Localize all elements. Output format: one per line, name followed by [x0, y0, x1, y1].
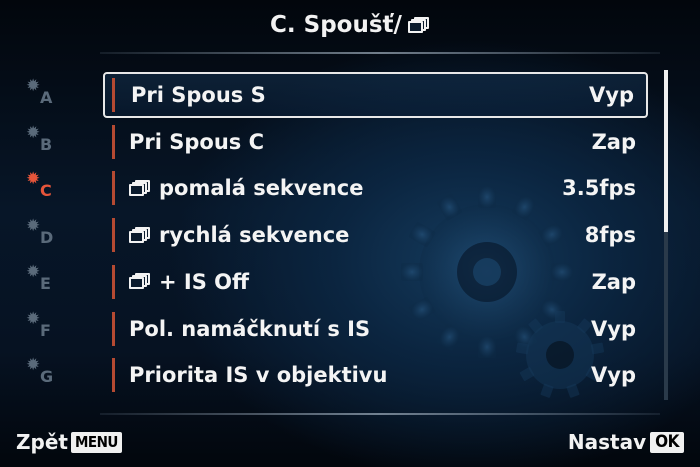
menu-item-label-group: + IS Off: [129, 270, 249, 294]
menu-item-label: rychlá sekvence: [159, 223, 350, 248]
menu-item-label-group: rychlá sekvence: [129, 223, 349, 247]
set-label: Nastav: [567, 430, 647, 454]
tab-custom-f[interactable]: ✹ F: [26, 308, 66, 341]
gear-icon: ✹: [26, 169, 41, 189]
gear-icon: ✹: [26, 355, 41, 375]
tab-custom-a[interactable]: ✹ A: [26, 78, 66, 108]
menu-item-label-group: Priorita IS v objektivu: [129, 363, 387, 387]
burst-drive-icon: [129, 179, 151, 197]
item-marker: [112, 78, 115, 112]
menu-item-value: Vyp: [589, 83, 634, 107]
gear-icon: ✹: [26, 215, 41, 236]
menu-item-label-group: Pri Spous S: [131, 83, 266, 107]
menu-item-label: Pri Spous S: [131, 83, 266, 107]
gear-icon: ✹: [26, 308, 41, 329]
menu-item-label: Pri Spous C: [129, 129, 265, 154]
menu-item[interactable]: Pri Spous S Vyp: [103, 72, 648, 118]
tab-letter: A: [40, 88, 53, 107]
burst-drive-icon: [407, 16, 430, 34]
tab-letter: G: [40, 367, 54, 386]
item-marker: [112, 124, 115, 159]
menu-item-value: 8fps: [584, 223, 636, 248]
menu-item-label: + IS Off: [159, 269, 250, 294]
menu-item-label: Priorita IS v objektivu: [129, 363, 388, 388]
header-divider: [100, 52, 660, 54]
menu-item[interactable]: rychlá sekvence 8fps: [103, 212, 648, 258]
tab-custom-c[interactable]: ✹ C: [26, 171, 66, 201]
scrollbar-thumb[interactable]: [664, 70, 668, 232]
item-marker: [112, 264, 115, 299]
item-marker: [112, 311, 115, 346]
footer-divider: [100, 413, 660, 415]
tab-letter: C: [40, 181, 52, 200]
menu-item-value: Vyp: [591, 363, 636, 388]
menu-item-value: Zap: [591, 269, 636, 294]
tab-letter: D: [40, 227, 54, 247]
item-marker: [112, 171, 115, 206]
gear-icon: ✹: [26, 122, 41, 143]
scrollbar[interactable]: [664, 70, 668, 400]
menu-item-value: Vyp: [591, 316, 636, 341]
menu-item-label: Pol. namáčknutí s IS: [129, 316, 371, 341]
menu-item-value: 3.5fps: [562, 176, 636, 201]
tab-custom-b[interactable]: ✹ B: [26, 122, 66, 155]
menu-key-badge: MENU: [70, 431, 122, 453]
tab-custom-d[interactable]: ✹ D: [26, 215, 66, 248]
item-marker: [112, 358, 115, 393]
menu-item-label-group: Pol. namáčknutí s IS: [129, 317, 370, 341]
menu-item-value: Zap: [591, 129, 636, 154]
tab-letter: F: [40, 320, 51, 340]
set-button[interactable]: Nastav OK: [568, 430, 684, 454]
gear-icon: ✹: [26, 76, 41, 96]
menu-item[interactable]: Pri Spous C Zap: [103, 119, 648, 165]
menu-item[interactable]: Priorita IS v objektivu Vyp: [103, 352, 648, 398]
tab-custom-e[interactable]: ✹ E: [26, 264, 66, 294]
back-button[interactable]: Zpět MENU: [16, 430, 122, 454]
page-title-text: C. Spoušť/: [270, 12, 402, 38]
tab-custom-g[interactable]: ✹ G: [26, 357, 66, 387]
tab-letter: B: [40, 134, 53, 154]
menu-item-label: pomalá sekvence: [159, 176, 364, 201]
page-title: C. Spoušť/: [0, 12, 700, 38]
menu-item-label-group: Pri Spous C: [129, 130, 264, 154]
menu-item[interactable]: + IS Off Zap: [103, 259, 648, 305]
ok-key-badge: OK: [650, 431, 684, 453]
burst-drive-icon: [129, 226, 151, 244]
back-label: Zpět: [16, 430, 68, 454]
burst-drive-icon: [129, 273, 151, 290]
gear-icon: ✹: [26, 262, 41, 282]
camera-menu-screen: C. Spoušť/ ✹ A ✹ B ✹ C ✹ D ✹ E ✹ F ✹ G Pri Spous S Vyp…: [0, 0, 700, 467]
menu-item-label-group: pomalá sekvence: [129, 176, 363, 200]
item-marker: [112, 218, 115, 253]
menu-item[interactable]: pomalá sekvence 3.5fps: [103, 165, 648, 211]
tab-letter: E: [40, 274, 51, 293]
menu-item[interactable]: Pol. namáčknutí s IS Vyp: [103, 306, 648, 352]
